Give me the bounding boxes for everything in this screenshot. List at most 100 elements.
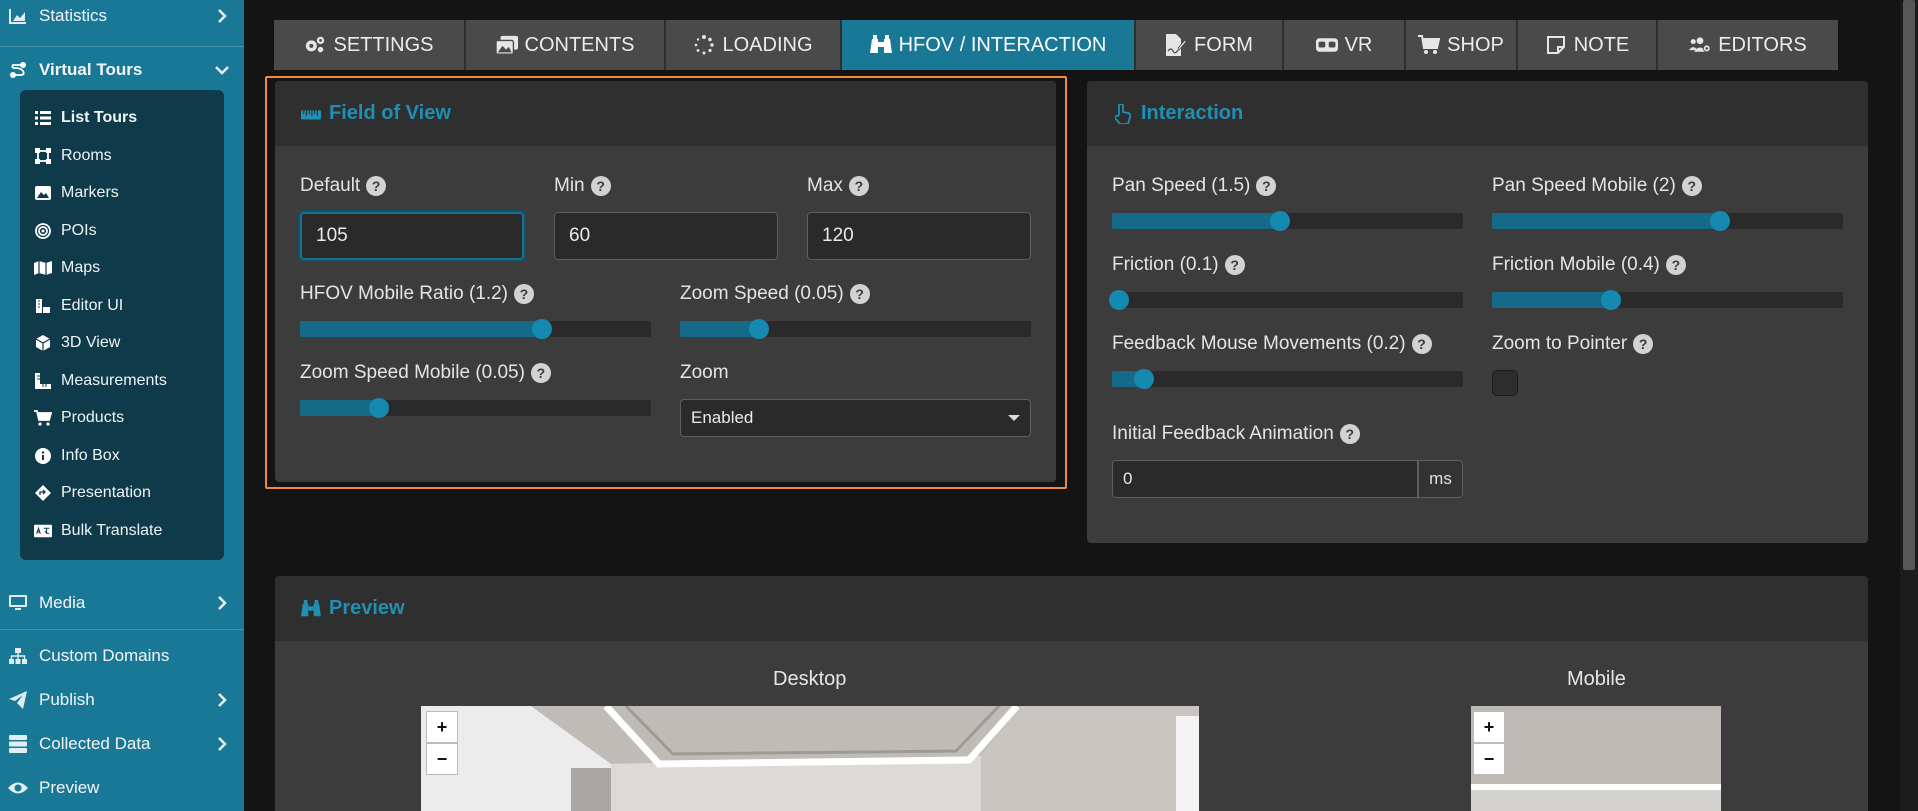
cogs-icon <box>304 34 326 56</box>
zoom-in-button[interactable]: + <box>1473 711 1505 743</box>
submenu-item-rooms[interactable]: Rooms <box>34 141 112 171</box>
tab-label: SHOP <box>1447 33 1504 56</box>
submenu-item-label: Products <box>61 409 125 426</box>
list-icon <box>34 109 52 127</box>
tab-label: LOADING <box>722 33 813 56</box>
zoom-out-button[interactable]: − <box>1473 743 1505 775</box>
sidebar-item-label: Collected Data <box>39 734 151 753</box>
virtual-tours-submenu: List Tours Rooms Markers POIs Maps Edito… <box>20 90 224 560</box>
preview-panel: Preview Desktop Mobile + − + − <box>275 576 1868 811</box>
submenu-item-pois[interactable]: POIs <box>34 216 97 246</box>
zoom-to-pointer-checkbox[interactable] <box>1492 370 1518 396</box>
room-scene <box>421 706 1199 811</box>
sidebar-item-collected-data[interactable]: Collected Data <box>0 722 244 766</box>
chevron-right-icon <box>212 690 232 710</box>
help-icon[interactable]: ? <box>1411 334 1432 354</box>
help-icon[interactable]: ? <box>1339 424 1360 444</box>
sidebar-item-publish[interactable]: Publish <box>0 678 244 722</box>
pan-speed-mobile-slider[interactable] <box>1492 211 1843 231</box>
desktop-icon <box>8 593 28 613</box>
submenu-item-maps[interactable]: Maps <box>34 253 100 283</box>
tab-editors[interactable]: EDITORS <box>1658 20 1838 70</box>
sticky-note-icon <box>1545 34 1567 56</box>
label-text: Friction Mobile (0.4) <box>1492 254 1660 275</box>
desktop-panorama-viewer[interactable]: + − <box>421 706 1199 811</box>
help-icon[interactable]: ? <box>1665 255 1686 275</box>
label-text: Friction (0.1) <box>1112 254 1219 275</box>
friction-mobile-label: Friction Mobile (0.4) ? <box>1492 254 1686 276</box>
help-icon[interactable]: ? <box>1681 176 1702 196</box>
selection-highlight <box>265 76 1067 489</box>
help-icon[interactable]: ? <box>1256 176 1277 196</box>
sidebar: Statistics Virtual Tours List Tours Room… <box>0 0 244 811</box>
sidebar-item-statistics[interactable]: Statistics <box>0 0 244 38</box>
sidebar-item-preview[interactable]: Preview <box>0 766 244 810</box>
submenu-item-markers[interactable]: Markers <box>34 178 119 208</box>
paper-plane-icon <box>8 690 28 710</box>
room-scene <box>1471 706 1721 811</box>
tab-form[interactable]: FORM <box>1136 20 1284 70</box>
submenu-item-editor-ui[interactable]: Editor UI <box>34 291 123 321</box>
chevron-right-icon <box>212 6 232 26</box>
sidebar-item-media[interactable]: Media <box>0 581 244 625</box>
tab-shop[interactable]: SHOP <box>1406 20 1518 70</box>
submenu-item-label: Rooms <box>61 147 112 164</box>
sidebar-item-label: Statistics <box>39 6 108 25</box>
tab-label: SETTINGS <box>333 33 434 56</box>
submenu-item-list-tours[interactable]: List Tours <box>34 103 137 133</box>
tab-hfov-interaction[interactable]: HFOV / INTERACTION <box>842 20 1136 70</box>
tab-label: CONTENTS <box>524 33 635 56</box>
ruler-icon <box>34 372 52 390</box>
info-circle-icon <box>34 447 52 465</box>
zoom-out-button[interactable]: − <box>426 743 458 775</box>
slider-fill <box>1492 292 1612 308</box>
submenu-item-measurements[interactable]: Measurements <box>34 366 167 396</box>
tab-settings[interactable]: SETTINGS <box>274 20 466 70</box>
pan-speed-slider[interactable] <box>1112 211 1463 231</box>
friction-mobile-slider[interactable] <box>1492 290 1843 310</box>
submenu-item-label: Presentation <box>61 484 151 501</box>
slider-handle[interactable] <box>1133 369 1154 389</box>
preview-header: Preview <box>275 576 1868 641</box>
tab-contents[interactable]: CONTENTS <box>466 20 666 70</box>
hand-pointer-icon <box>1113 103 1133 124</box>
tab-label: EDITORS <box>1718 33 1807 56</box>
sidebar-item-label: Custom Domains <box>39 646 170 665</box>
zoom-in-button[interactable]: + <box>426 711 458 743</box>
initial-feedback-animation-label: Initial Feedback Animation ? <box>1112 423 1360 445</box>
scrollbar-thumb[interactable] <box>1903 0 1915 570</box>
initial-feedback-animation-input[interactable]: 0 <box>1112 460 1418 498</box>
cart-icon <box>1418 34 1441 56</box>
images-icon <box>495 34 518 56</box>
mobile-panorama-viewer[interactable]: + − <box>1471 706 1721 811</box>
binoculars-icon <box>869 34 892 56</box>
submenu-item-label: POIs <box>61 222 97 239</box>
submenu-item-info-box[interactable]: Info Box <box>34 441 120 471</box>
tab-vr[interactable]: VR <box>1284 20 1406 70</box>
help-icon[interactable]: ? <box>1633 334 1654 354</box>
submenu-item-bulk-translate[interactable]: Bulk Translate <box>34 516 162 546</box>
slider-handle[interactable] <box>1109 290 1130 310</box>
users-cog-icon <box>1689 34 1711 56</box>
page-scrollbar[interactable] <box>1900 0 1918 811</box>
binoculars-icon <box>301 599 321 619</box>
eye-icon <box>8 778 28 798</box>
tab-loading[interactable]: LOADING <box>666 20 842 70</box>
feedback-mouse-movements-slider[interactable] <box>1112 369 1463 389</box>
tab-label: FORM <box>1194 33 1253 56</box>
tab-note[interactable]: NOTE <box>1518 20 1658 70</box>
submenu-item-products[interactable]: Products <box>34 403 124 433</box>
sidebar-item-label: Preview <box>39 778 100 797</box>
submenu-item-label: List Tours <box>61 109 138 126</box>
desktop-preview-label: Desktop <box>773 668 847 690</box>
submenu-item-3d-view[interactable]: 3D View <box>34 328 120 358</box>
route-icon <box>8 60 28 80</box>
help-icon[interactable]: ? <box>1224 255 1245 275</box>
label-text: Feedback Mouse Movements (0.2) <box>1112 333 1406 354</box>
slider-fill <box>1492 213 1721 229</box>
sidebar-item-custom-domains[interactable]: Custom Domains <box>0 634 244 678</box>
friction-slider[interactable] <box>1109 290 1463 310</box>
slider-handle[interactable] <box>1710 211 1731 231</box>
sidebar-item-virtual-tours[interactable]: Virtual Tours <box>0 48 244 92</box>
submenu-item-presentation[interactable]: Presentation <box>34 478 151 508</box>
